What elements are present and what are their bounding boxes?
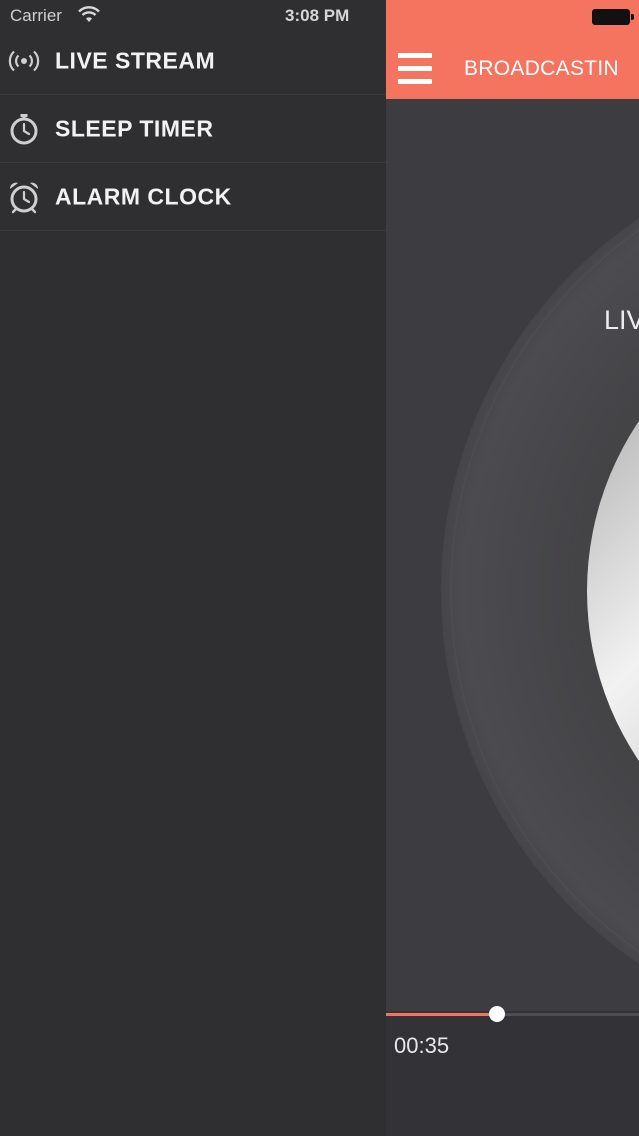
- menu-item-live-stream[interactable]: LIVE STREAM: [0, 28, 386, 95]
- progress-thumb[interactable]: [489, 1006, 506, 1022]
- carrier-label: Carrier: [10, 6, 62, 25]
- album-artwork: LIV: [386, 99, 639, 1011]
- vinyl-record-image: [386, 99, 639, 1011]
- menu-item-label: LIVE STREAM: [55, 47, 216, 74]
- hamburger-icon-line: [398, 79, 432, 84]
- now-playing-label: LIV: [604, 305, 639, 335]
- side-menu: LIVE STREAM SLEEP TIMER ALARM CLOCK: [0, 0, 386, 1136]
- stopwatch-icon: [10, 113, 38, 144]
- hamburger-icon-line: [398, 66, 432, 71]
- alarm-clock-icon: [9, 182, 39, 213]
- clock-time: 3:08 PM: [285, 6, 350, 25]
- progress-slider[interactable]: [386, 1006, 639, 1022]
- status-bar: Carrier 3:08 PM: [0, 0, 639, 32]
- broadcast-icon: [8, 50, 40, 72]
- progress-fill: [386, 1013, 498, 1016]
- battery-icon: [592, 9, 634, 25]
- elapsed-time: 00:35: [394, 1033, 450, 1058]
- menu-item-label: SLEEP TIMER: [55, 115, 214, 141]
- menu-list: LIVE STREAM SLEEP TIMER ALARM CLOCK: [0, 28, 386, 231]
- hamburger-icon: [398, 53, 432, 58]
- wifi-icon: [78, 6, 100, 22]
- nav-title: BROADCASTIN: [464, 57, 619, 80]
- menu-item-sleep-timer[interactable]: SLEEP TIMER: [0, 95, 386, 163]
- menu-item-label: ALARM CLOCK: [55, 183, 232, 209]
- hamburger-menu-button[interactable]: [398, 53, 432, 85]
- main-panel: BROADCASTIN LIV 00:35: [386, 0, 639, 1136]
- menu-item-alarm-clock[interactable]: ALARM CLOCK: [0, 163, 386, 231]
